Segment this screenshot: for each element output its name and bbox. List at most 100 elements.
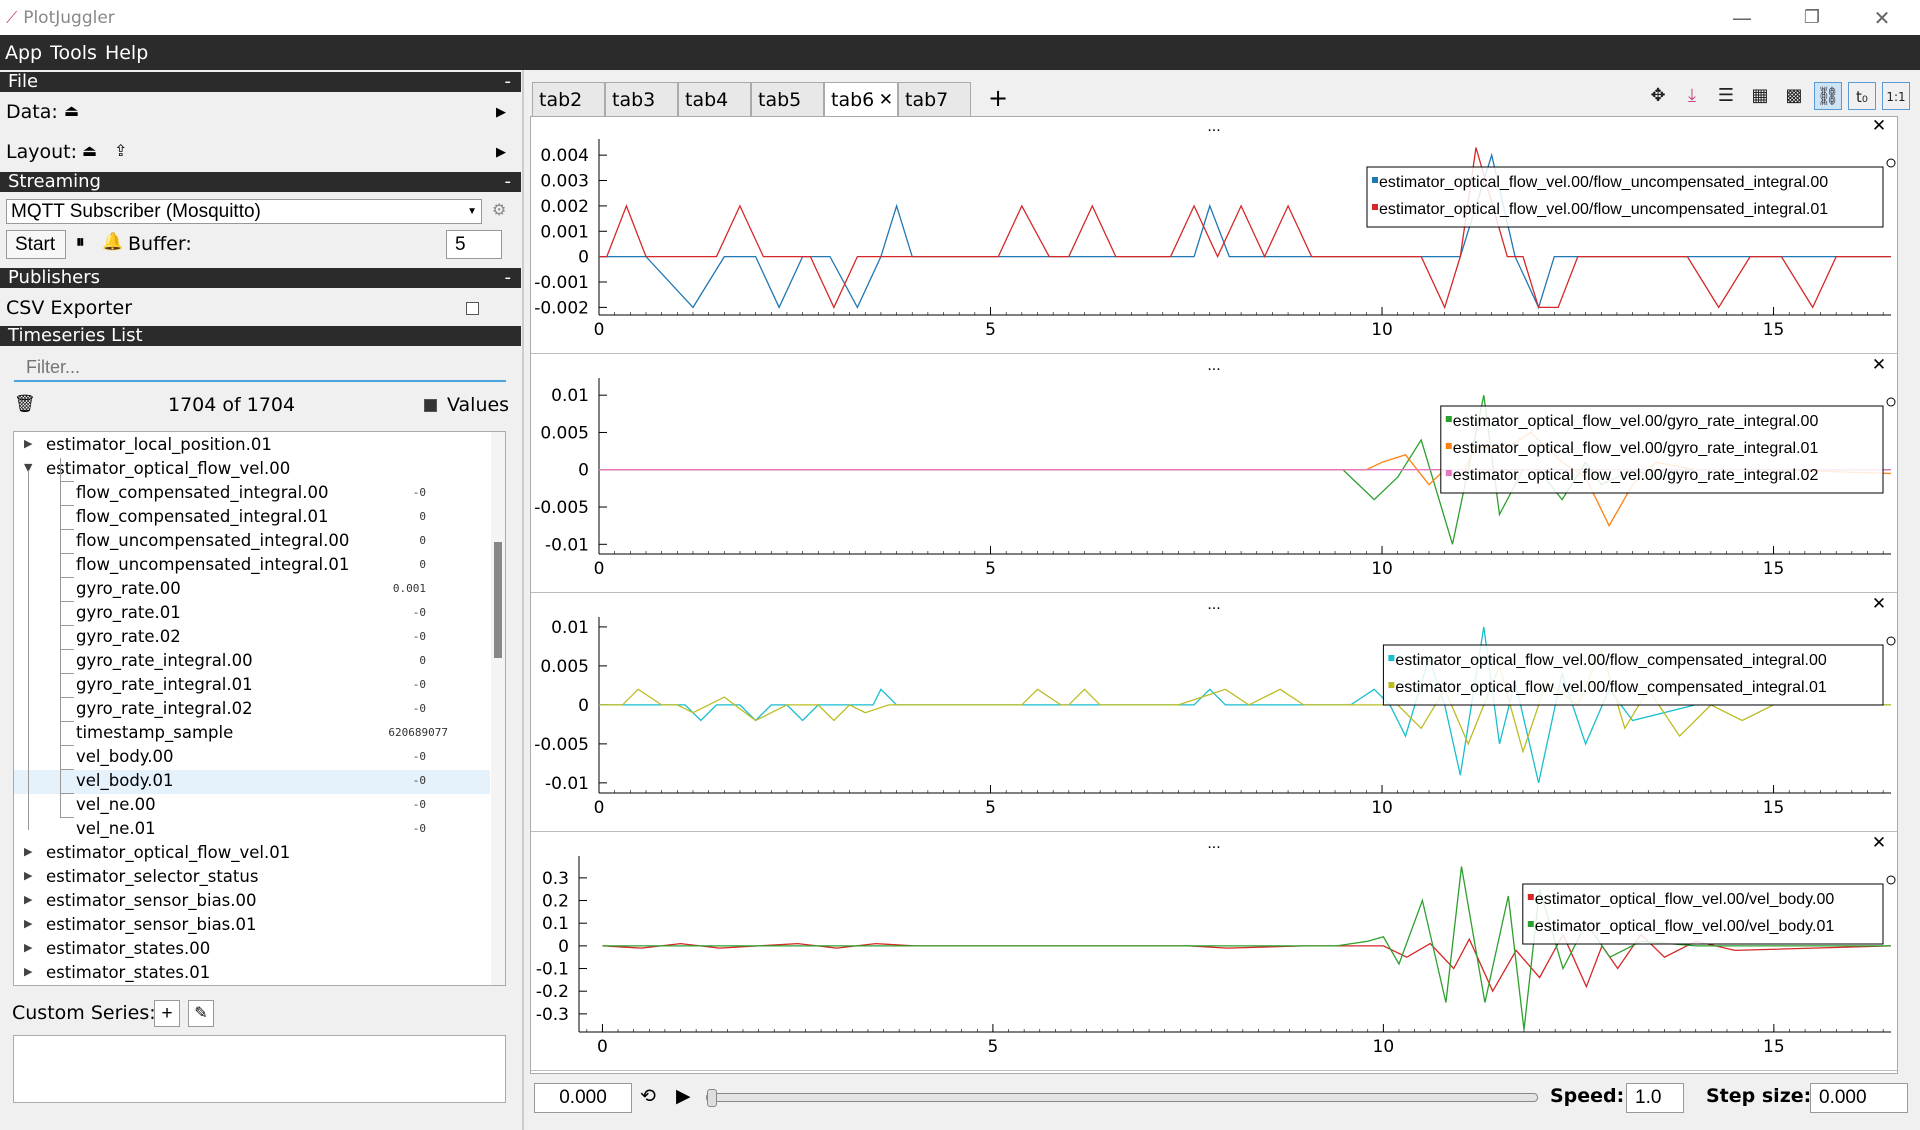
tree-leaf[interactable]: gyro_rate.01 -0 [14, 578, 490, 626]
tree-item-label: estimator_selector_status [46, 867, 259, 886]
add-custom-series-button[interactable]: + [154, 1000, 180, 1027]
trash-icon[interactable]: 🗑 [14, 394, 36, 414]
line-chart[interactable]: ... ✕ 0 5 10 15 0.01 0.005 0 -0.005 -0.01 estimator… [531, 356, 1897, 593]
tab-tab5[interactable]: tab5 [751, 82, 824, 116]
tree-group[interactable]: ▶ estimator_optical_flow_vel.01 [14, 842, 490, 866]
streaming-section-header[interactable]: Streaming - [0, 172, 521, 192]
plot-panel[interactable]: ... ✕ 0 5 10 15 0.01 0.005 0 -0.005 -0.01 estimator… [531, 595, 1897, 832]
save-layout-icon[interactable]: ⇪ [114, 141, 127, 160]
tree-leaf[interactable]: timestamp_sample 620689077 [14, 698, 490, 746]
tree-group[interactable]: ▶ estimator_selector_status [14, 866, 490, 890]
close-plot-icon[interactable]: ✕ [1872, 834, 1886, 853]
tree-group[interactable]: ▶ estimator_local_position.01 [14, 434, 490, 458]
line-chart[interactable]: ... ✕ 0 5 10 15 0.3 0.20.1 0 -0.1-0.2 -0.3 estimato… [531, 834, 1897, 1071]
add-tab-button[interactable]: + [982, 82, 1008, 116]
tree-group[interactable]: ▶ estimator_states.00 [14, 938, 490, 962]
scrollbar-thumb[interactable] [494, 542, 502, 658]
tree-leaf[interactable]: flow_compensated_integral.01 0 [14, 482, 490, 530]
tree-leaf[interactable]: vel_ne.00 -0 [14, 770, 490, 818]
play-icon[interactable]: ▶ [676, 1085, 691, 1107]
link-icon[interactable]: ⛓ [1814, 82, 1842, 110]
t0-icon[interactable]: t₀ [1848, 82, 1876, 110]
tab-tab2[interactable]: tab2 [532, 82, 605, 116]
tree-leaf[interactable]: gyro_rate_integral.02 -0 [14, 674, 490, 722]
move-icon[interactable]: ✥ [1644, 82, 1672, 110]
maximize-button[interactable]: ❐ [1782, 0, 1842, 35]
expand-icon[interactable]: ▶ [24, 965, 32, 978]
tab-tab3[interactable]: tab3 [605, 82, 678, 116]
time-field[interactable]: 0.000 [534, 1083, 632, 1113]
ratio-icon[interactable]: 1:1 [1882, 82, 1910, 110]
expand-icon[interactable]: ▶ [24, 437, 32, 450]
plot-area[interactable]: ... ✕ 0 5 10 15 0.004 0.003 0.002 0.001 0 -0.001 -0.… [530, 116, 1898, 1074]
values-checkbox[interactable] [424, 399, 437, 412]
expand-icon[interactable]: ▶ [24, 869, 32, 882]
streaming-source-select[interactable]: MQTT Subscriber (Mosquitto) ▼ [6, 199, 482, 224]
tab-tab6[interactable]: tab6 ✕ [824, 82, 898, 116]
tree-leaf[interactable]: flow_uncompensated_integral.01 0 [14, 530, 490, 578]
legend-icon[interactable]: ☰ [1712, 82, 1740, 110]
tree-leaf[interactable]: vel_ne.01 -0 [14, 794, 490, 842]
close-tab-icon[interactable]: ✕ [879, 83, 893, 117]
step-size-spinbox[interactable]: 0.000 [1810, 1083, 1908, 1113]
tree-group[interactable]: ▶ estimator_sensor_bias.00 [14, 890, 490, 914]
data-menu-arrow-icon[interactable]: ▶ [496, 105, 506, 120]
plot-panel[interactable]: ... ✕ 0 5 10 15 0.004 0.003 0.002 0.001 0 -0.001 -0.… [531, 117, 1897, 354]
csv-exporter-checkbox[interactable] [466, 302, 479, 315]
timeseries-section-header[interactable]: Timeseries List [0, 326, 521, 346]
load-layout-icon[interactable]: ⏏ [82, 141, 97, 160]
close-plot-icon[interactable]: ✕ [1872, 595, 1886, 614]
custom-series-list[interactable] [13, 1035, 506, 1103]
calendar-icon[interactable]: ▦ [1746, 82, 1774, 110]
minimize-button[interactable]: — [1712, 0, 1772, 35]
tree-leaf[interactable]: gyro_rate_integral.01 -0 [14, 650, 490, 698]
close-button[interactable]: ✕ [1852, 0, 1912, 35]
settings-gear-icon[interactable]: ⚙ [492, 200, 506, 219]
layout-menu-arrow-icon[interactable]: ▶ [496, 145, 506, 160]
close-plot-icon[interactable]: ✕ [1872, 356, 1886, 375]
tree-group[interactable]: ▼ estimator_optical_flow_vel.00 [14, 458, 490, 482]
tree-leaf[interactable]: gyro_rate_integral.00 0 [14, 626, 490, 674]
menu-app[interactable]: App [5, 42, 42, 64]
start-button[interactable]: Start [6, 230, 66, 259]
speed-spinbox[interactable]: 1.0 [1626, 1083, 1684, 1113]
expand-icon[interactable]: ▶ [24, 917, 32, 930]
grid-icon[interactable]: ▩ [1780, 82, 1808, 110]
tree-leaf[interactable]: gyro_rate.02 -0 [14, 602, 490, 650]
plot-title: ... [1207, 118, 1220, 135]
expand-icon[interactable]: ▶ [24, 893, 32, 906]
file-section-header[interactable]: File - [0, 72, 521, 92]
expand-icon[interactable]: ▶ [24, 941, 32, 954]
tree-leaf[interactable]: flow_uncompensated_integral.00 0 [14, 506, 490, 554]
tree-group[interactable]: ▶ estimator_states.01 [14, 962, 490, 985]
edit-custom-series-button[interactable]: ✎ [188, 1000, 214, 1027]
tab-tab7[interactable]: tab7 [898, 82, 971, 116]
tree-scrollbar[interactable] [491, 432, 505, 985]
tree-group[interactable]: ▶ estimator_sensor_bias.01 [14, 914, 490, 938]
expand-icon[interactable]: ▶ [24, 845, 32, 858]
bell-icon[interactable]: 🔔 [102, 232, 123, 252]
filter-input[interactable] [14, 354, 506, 382]
tree-leaf[interactable]: vel_body.00 -0 [14, 722, 490, 770]
plot-panel[interactable]: ... ✕ 0 5 10 15 0.01 0.005 0 -0.005 -0.01 estimator… [531, 356, 1897, 593]
pause-icon[interactable]: ⏸ [76, 232, 85, 252]
line-chart[interactable]: ... ✕ 0 5 10 15 0.01 0.005 0 -0.005 -0.01 estimator… [531, 595, 1897, 832]
line-chart[interactable]: ... ✕ 0 5 10 15 0.004 0.003 0.002 0.001 0 -0.001 -0.… [531, 117, 1897, 354]
plot-panel[interactable]: ... ✕ 0 5 10 15 0.3 0.2 0.1 0 -0.1 -0.2 -0.3 estimato… [531, 834, 1897, 1071]
zoom-out-icon[interactable]: ⤓ [1678, 82, 1706, 110]
buffer-spinbox[interactable]: 5 [446, 230, 502, 259]
tree-leaf[interactable]: flow_compensated_integral.00 -0 [14, 458, 490, 506]
loop-icon[interactable]: ⟲ [640, 1085, 656, 1107]
time-slider[interactable] [706, 1089, 1538, 1107]
tree-leaf[interactable]: vel_body.01 -0 [14, 746, 490, 794]
tab-tab4[interactable]: tab4 [678, 82, 751, 116]
close-plot-icon[interactable]: ✕ [1872, 117, 1886, 136]
time-slider-handle[interactable] [707, 1089, 717, 1107]
menu-help[interactable]: Help [105, 42, 148, 64]
publishers-section-header[interactable]: Publishers - [0, 268, 521, 288]
load-data-icon[interactable]: ⏏ [64, 101, 79, 120]
tree-leaf[interactable]: gyro_rate.00 0.001 [14, 554, 490, 602]
menu-tools[interactable]: Tools [50, 42, 97, 64]
dropdown-arrow-icon: ▼ [467, 206, 477, 217]
timeseries-tree[interactable]: ▶ estimator_local_position.01 ▼ estimator_o… [13, 431, 506, 986]
